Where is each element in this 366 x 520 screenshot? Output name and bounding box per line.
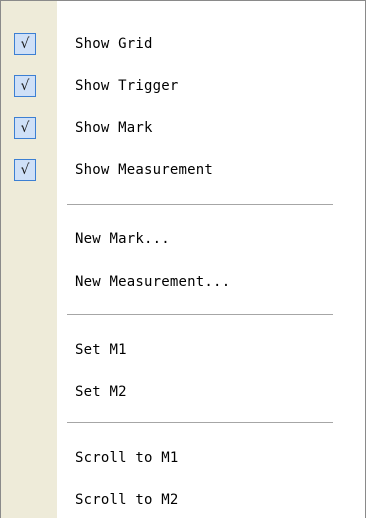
menu-item-show-measurement[interactable]: √ Show Measurement	[1, 150, 365, 190]
menu-item-set-m1[interactable]: Set M1	[1, 330, 365, 370]
context-menu: √ Show Grid √ Show Trigger √ Show Mark √…	[0, 0, 366, 518]
menu-item-scroll-to-m1[interactable]: Scroll to M1	[1, 438, 365, 478]
menu-item-label: Set M2	[75, 384, 127, 400]
menu-item-set-m2[interactable]: Set M2	[1, 372, 365, 412]
checkmark-icon: √	[14, 159, 36, 181]
menu-item-label: Show Trigger	[75, 78, 179, 94]
menu-item-show-trigger[interactable]: √ Show Trigger	[1, 66, 365, 106]
menu-item-new-measurement[interactable]: New Measurement...	[1, 262, 365, 302]
checkmark-icon: √	[14, 75, 36, 97]
menu-item-label: New Measurement...	[75, 274, 231, 290]
menu-item-label: Scroll to M2	[75, 492, 179, 508]
menu-separator	[67, 422, 333, 423]
menu-item-show-grid[interactable]: √ Show Grid	[1, 24, 365, 64]
menu-item-new-mark[interactable]: New Mark...	[1, 219, 365, 259]
menu-item-label: Show Grid	[75, 36, 153, 52]
checkmark-icon: √	[14, 117, 36, 139]
menu-item-label: New Mark...	[75, 231, 170, 247]
menu-item-scroll-to-m2[interactable]: Scroll to M2	[1, 480, 365, 520]
checkmark-icon: √	[14, 33, 36, 55]
menu-item-label: Show Mark	[75, 120, 153, 136]
menu-separator	[67, 204, 333, 205]
menu-item-label: Scroll to M1	[75, 450, 179, 466]
menu-separator	[67, 314, 333, 315]
menu-item-label: Set M1	[75, 342, 127, 358]
menu-item-label: Show Measurement	[75, 162, 214, 178]
menu-item-show-mark[interactable]: √ Show Mark	[1, 108, 365, 148]
